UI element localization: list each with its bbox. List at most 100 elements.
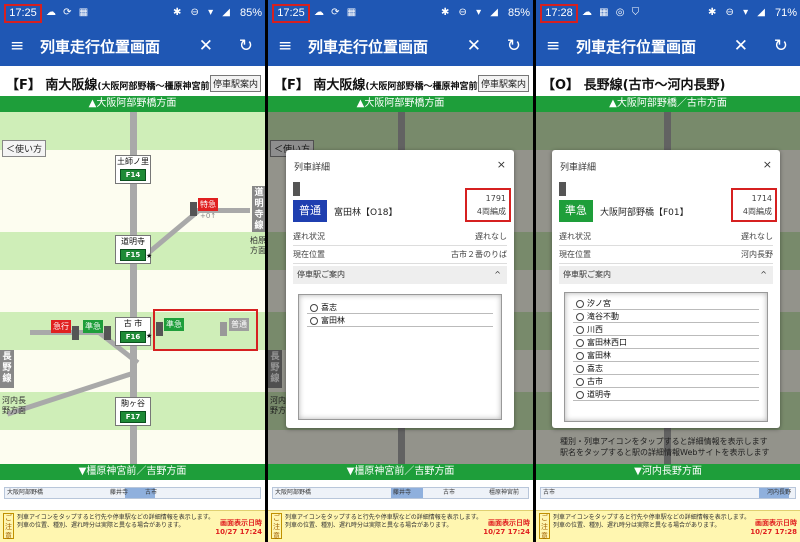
line-minimap[interactable]: 古市 河内長野 [540,487,796,499]
train-position-map: ＜使い方 土師ノ里 F14 道明寺 F15 ★ 古 市 F16 ★ 駒ヶ谷 F1… [0,112,265,464]
stop-name: 道明寺 [587,390,611,399]
list-item[interactable]: 喜志 [307,301,493,314]
stop-guide-button[interactable]: 停車駅案内 [209,75,261,92]
train-type-rapid[interactable]: 準急 [83,320,103,333]
train-number-box: 1714 4両編成 [731,188,777,222]
display-time-label: 画面表示日時 [220,519,262,527]
stop-list[interactable]: 汐ノ宮 滝谷不動 川西 富田林西口 富田林 喜志 古市 道明寺 [564,292,768,422]
notice-text: 列車アイコンをタップすると行先や停車駅などの詳細情報を表示します。 列車の位置、種… [285,514,482,530]
status-time: 17:25 [272,4,310,23]
dialog-title: 列車詳細 [294,163,331,173]
delay-row: 遅れ状況 遅れなし [559,228,773,246]
stop-name: 汐ノ宮 [587,299,611,308]
refresh-icon[interactable]: ↻ [507,36,521,56]
direction-up[interactable]: ▲大阪阿部野橋／古市方面 [536,96,800,112]
line-name-text: 【F】 南大阪線 [274,78,366,93]
train-type-rapid[interactable]: 準急 [164,318,184,331]
screenshot-1: 17:25 ☁ ⟳ ▦ ✱ ⊖ ▾ ◢ 85% ≡ 列車走行位置画面 ✕ ↻ 【… [0,0,265,542]
display-time: 画面表示日時 10/27 17:24 [215,519,262,537]
station-name: 駒ヶ谷 [121,399,145,408]
direction-down[interactable]: ▼橿原神宮前／吉野方面 [0,464,265,480]
stop-name: 富田林 [587,351,611,360]
notice-bar: ご注意 列車アイコンをタップすると行先や停車駅などの詳細情報を表示します。 列車の… [268,510,533,542]
use-guide-button[interactable]: ＜使い方 [2,140,47,157]
destination[interactable]: 富田林【O18】 [334,205,398,218]
list-item[interactable]: 富田林 [307,314,493,327]
stop-guide-button[interactable]: 停車駅案内 [477,75,529,92]
circle-icon [576,352,584,360]
direction-down[interactable]: ▼橿原神宮前／吉野方面 [268,464,533,480]
chevron-up-icon[interactable]: ^ [494,266,501,284]
page-title: 列車走行位置画面 [308,38,429,56]
list-item[interactable]: 喜志 [573,362,759,375]
list-item[interactable]: 川西 [573,323,759,336]
list-item[interactable]: 古市 [573,375,759,388]
menu-icon[interactable]: ≡ [10,37,24,55]
display-time-label: 画面表示日時 [755,519,797,527]
branch-nagano-line[interactable]: 長野線 [0,350,14,388]
star-icon: ★ [146,252,153,260]
branch-domyoji-line[interactable]: 道明寺線 [252,186,265,232]
screenshot-3: 17:28 ☁ ▦ ◎ ⛉ ✱ ⊖ ▾ ◢ 71% ≡ 列車走行位置画面 ✕ ↻… [536,0,800,542]
train-flag-icon[interactable] [156,322,163,336]
station-komagatani[interactable]: 駒ヶ谷 F17 [115,397,151,426]
station-hajinosato[interactable]: 土師ノ里 F14 [115,155,151,184]
menu-icon[interactable]: ≡ [546,37,560,55]
train-type-express[interactable]: 急行 [51,320,71,333]
stop-guide-header[interactable]: 停車駅ご案内 ^ [293,266,507,284]
close-icon[interactable]: ✕ [734,36,748,56]
train-type-express[interactable]: 特急 [198,198,218,211]
list-item[interactable]: 富田林 [573,349,759,362]
direction-down[interactable]: ▼河内長野方面 [536,464,800,480]
caution-icon: ご注意 [3,513,14,540]
stop-list[interactable]: 喜志 富田林 [298,294,502,420]
notice-line: 列車の位置、種別、遅れ時分は実際と異なる場合があります。 [17,522,185,529]
station-code: F16 [120,331,146,343]
notice-line: 列車アイコンをタップすると行先や停車駅などの詳細情報を表示します。 [285,514,483,521]
line-range: (大阪阿部野橋〜橿原神宮前) [97,82,214,92]
train-flag-icon[interactable] [104,326,111,340]
direction-up[interactable]: ▲大阪阿部野橋方面 [0,96,265,112]
train-delay: +0↑ [200,212,217,220]
app-bar: ≡ 列車走行位置画面 ✕ ↻ [536,28,800,66]
refresh-icon[interactable]: ↻ [239,36,253,56]
footer: 古市 河内長野 ご注意 列車アイコンをタップすると行先や停車駅などの詳細情報を表… [536,480,800,542]
line-minimap[interactable]: 大阪阿部野橋 藤井寺 古市 橿原神宮前 [272,487,529,499]
position-row: 現在位置 古市２番のりば [293,246,507,264]
notice-text: 列車アイコンをタップすると行先や停車駅などの詳細情報を表示します。 列車の位置、種… [553,514,750,530]
chevron-up-icon[interactable]: ^ [760,266,767,284]
menu-icon[interactable]: ≡ [278,37,292,55]
caution-icon: ご注意 [271,513,282,540]
station-code: F15 [120,249,146,261]
train-flag-icon[interactable] [72,326,79,340]
list-item[interactable]: 富田林西口 [573,336,759,349]
branch-domyoji-dest: 柏原方面 [250,236,265,255]
train-number-box: 1791 4両編成 [465,188,511,222]
close-icon[interactable]: ✕ [199,36,213,56]
list-item[interactable]: 滝谷不動 [573,310,759,323]
list-item[interactable]: 汐ノ宮 [573,297,759,310]
line-name: 【F】 南大阪線(大阪阿部野橋〜橿原神宮前) [6,74,214,93]
display-time: 画面表示日時 10/27 17:24 [483,519,530,537]
delay-value: 遅れなし [741,232,773,241]
close-icon[interactable]: × [497,158,506,171]
refresh-icon[interactable]: ↻ [774,36,788,56]
line-minimap[interactable]: 大阪阿部野橋 藤井寺 古市 [4,487,261,499]
circle-icon [576,391,584,399]
train-flag-icon[interactable] [190,202,197,216]
close-icon[interactable]: ✕ [467,36,481,56]
circle-icon [310,304,318,312]
stop-guide-header[interactable]: 停車駅ご案内 ^ [559,266,773,284]
footer: 大阪阿部野橋 藤井寺 古市 橿原神宮前 ご注意 列車アイコンをタップすると行先や… [268,480,533,542]
train-flag-icon[interactable] [220,322,227,336]
battery-level: 85% [507,7,530,19]
train-type-local[interactable]: 普通 [229,318,249,331]
notice-bar: ご注意 列車アイコンをタップすると行先や停車駅などの詳細情報を表示します。 列車の… [536,510,800,542]
direction-up[interactable]: ▲大阪阿部野橋方面 [268,96,533,112]
destination[interactable]: 大阪阿部野橋【F01】 [600,205,689,218]
stop-name: 喜志 [587,364,603,373]
list-item[interactable]: 道明寺 [573,388,759,401]
line-name-text: 【O】 長野線 [542,78,623,93]
notice-bar: ご注意 列車アイコンをタップすると行先や停車駅などの詳細情報を表示します。 列車の… [0,510,265,542]
close-icon[interactable]: × [763,158,772,171]
